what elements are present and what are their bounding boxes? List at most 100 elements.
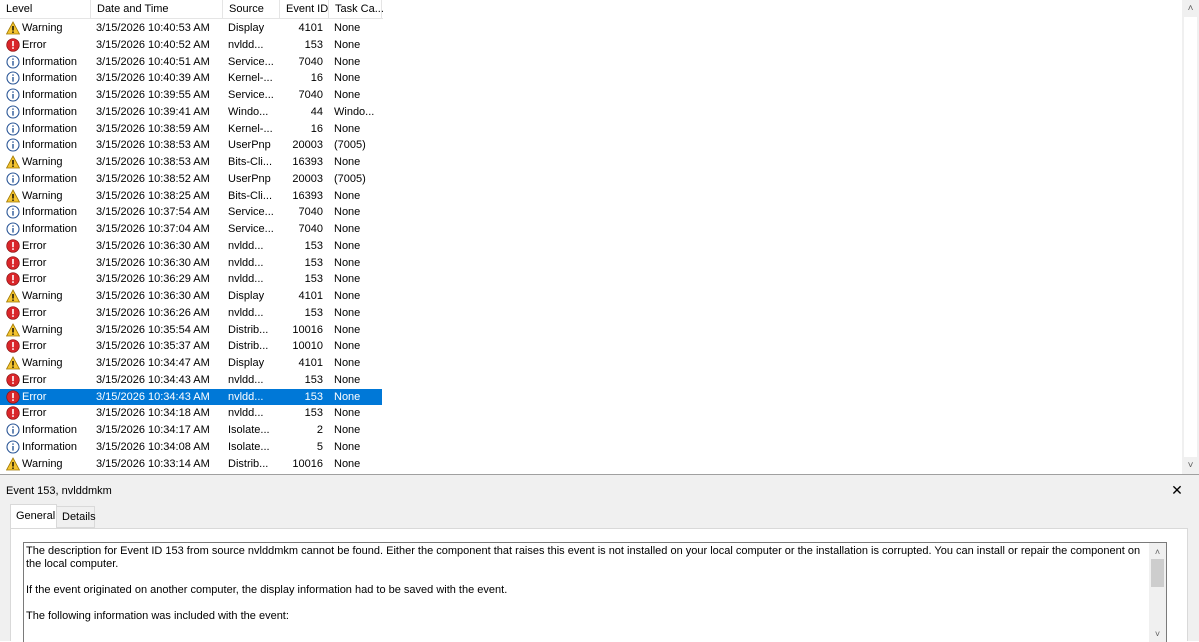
table-row[interactable]: Information 3/15/2026 10:37:04 AM Service.… xyxy=(0,221,382,238)
table-row[interactable]: Information 3/15/2026 10:37:54 AM Service.… xyxy=(0,204,382,221)
table-row[interactable]: Information 3/15/2026 10:38:52 AM UserPnp 2… xyxy=(0,171,382,188)
date-time-cell: 3/15/2026 10:40:39 AM xyxy=(96,72,210,85)
event-id-cell: 20003 xyxy=(292,172,323,185)
table-row[interactable]: Error 3/15/2026 10:34:43 AM nvldd... 153 Non… xyxy=(0,388,382,406)
column-header-task-category[interactable]: Task Ca... xyxy=(329,0,384,19)
task-category-cell: (7005) xyxy=(334,172,366,185)
event-list-scrollbar[interactable]: ˄ ˅ xyxy=(1182,0,1199,474)
table-row[interactable]: Error 3/15/2026 10:40:52 AM nvldd... 153 Non… xyxy=(0,37,382,54)
level-label: Information xyxy=(22,172,78,185)
source-cell: Isolate... xyxy=(228,440,270,453)
table-row[interactable]: Error 3/15/2026 10:34:43 AM nvldd... 153 Non… xyxy=(0,372,382,389)
level-cell: Error xyxy=(6,305,92,322)
table-row[interactable]: Information 3/15/2026 10:38:59 AM Kernel-.… xyxy=(0,121,382,138)
table-row[interactable]: Information 3/15/2026 10:38:53 AM UserPnp 2… xyxy=(0,137,382,154)
event-id-cell: 4101 xyxy=(298,357,323,369)
source-cell: Service... xyxy=(228,206,274,219)
source-cell: Kernel-... xyxy=(228,72,273,85)
level-label: Error xyxy=(22,306,47,319)
task-category-cell: Windo... xyxy=(334,105,375,118)
source-cell: Kernel-... xyxy=(228,122,273,135)
level-cell: Warning xyxy=(6,20,92,37)
table-row[interactable]: Error 3/15/2026 10:34:18 AM nvldd... 153 Non… xyxy=(0,405,382,422)
table-row[interactable]: Warning 3/15/2026 10:38:53 AM Bits-Cli... 1… xyxy=(0,154,382,171)
date-time-cell: 3/15/2026 10:36:30 AM xyxy=(96,256,210,269)
table-row[interactable]: Warning 3/15/2026 10:33:14 AM Distrib... 10… xyxy=(0,456,382,473)
level-cell: Warning xyxy=(6,288,92,305)
scrollbar-thumb[interactable] xyxy=(1151,559,1164,587)
level-label: Information xyxy=(22,105,78,118)
tab-details[interactable]: Details xyxy=(57,506,96,528)
table-row[interactable]: Warning 3/15/2026 10:34:47 AM Display 4101 N… xyxy=(0,355,382,372)
event-id-cell: 10016 xyxy=(292,323,323,336)
table-row[interactable]: Warning 3/15/2026 10:40:53 AM Display 4101 N… xyxy=(0,20,382,37)
table-row[interactable]: Information 3/15/2026 10:40:51 AM Service.… xyxy=(0,54,382,71)
level-label: Error xyxy=(22,273,47,286)
task-category-cell: None xyxy=(334,340,361,353)
source-cell: nvldd... xyxy=(228,273,264,286)
date-time-cell: 3/15/2026 10:35:54 AM xyxy=(96,323,210,336)
scroll-up-arrow-icon[interactable]: ˄ xyxy=(1149,545,1166,559)
table-row[interactable]: Information 3/15/2026 10:34:08 AM Isolate.… xyxy=(0,439,382,456)
scrollbar-thumb[interactable] xyxy=(1184,17,1197,457)
level-label: Warning xyxy=(22,189,63,202)
scroll-down-arrow-icon[interactable]: ˅ xyxy=(1149,627,1166,641)
level-cell: Error xyxy=(6,37,92,54)
table-row[interactable]: Information 3/15/2026 10:39:41 AM Windo...… xyxy=(0,104,382,121)
source-cell: Display xyxy=(228,290,265,302)
table-row[interactable]: Information 3/15/2026 10:40:39 AM Kernel-.… xyxy=(0,70,382,87)
tab-general[interactable]: General xyxy=(10,504,57,528)
level-label: Information xyxy=(22,89,78,101)
source-cell: Service... xyxy=(228,223,274,235)
table-row[interactable]: Warning 3/15/2026 10:38:25 AM Bits-Cli... 1… xyxy=(0,188,382,205)
level-label: Error xyxy=(22,407,47,420)
date-time-cell: 3/15/2026 10:35:37 AM xyxy=(96,340,210,353)
scroll-down-arrow-icon[interactable]: ˅ xyxy=(1182,457,1199,474)
level-label: Error xyxy=(22,38,47,51)
level-cell: Warning xyxy=(6,322,92,339)
task-category-cell: None xyxy=(334,55,361,68)
date-time-cell: 3/15/2026 10:33:14 AM xyxy=(96,457,210,470)
column-header-date-time[interactable]: Date and Time xyxy=(91,0,223,19)
task-category-cell: None xyxy=(334,256,361,269)
level-label: Warning xyxy=(22,22,63,34)
event-id-cell: 7040 xyxy=(298,223,323,235)
close-icon[interactable]: ✕ xyxy=(1169,482,1185,499)
level-label: Warning xyxy=(22,290,63,302)
table-row[interactable]: Error 3/15/2026 10:35:37 AM Distrib... 1001… xyxy=(0,338,382,355)
table-row[interactable]: Error 3/15/2026 10:36:29 AM nvldd... 153 Non… xyxy=(0,271,382,288)
level-cell: Warning xyxy=(6,355,92,372)
task-category-cell: None xyxy=(334,89,361,101)
level-label: Information xyxy=(22,223,78,235)
date-time-cell: 3/15/2026 10:40:51 AM xyxy=(96,55,210,68)
description-scrollbar[interactable]: ˄ ˅ xyxy=(1149,543,1166,642)
table-row[interactable]: Warning 3/15/2026 10:35:54 AM Distrib... 10… xyxy=(0,322,382,339)
date-time-cell: 3/15/2026 10:37:54 AM xyxy=(96,206,210,219)
table-row[interactable]: Information 3/15/2026 10:39:55 AM Service.… xyxy=(0,87,382,104)
level-label: Error xyxy=(22,239,47,252)
task-category-cell: None xyxy=(334,122,361,135)
level-label: Warning xyxy=(22,357,63,369)
event-description-box[interactable]: The description for Event ID 153 from so… xyxy=(23,542,1167,642)
column-header-source[interactable]: Source xyxy=(223,0,280,19)
level-label: Information xyxy=(22,72,78,85)
source-cell: nvldd... xyxy=(228,239,264,252)
source-cell: UserPnp xyxy=(228,172,271,185)
event-id-cell: 153 xyxy=(304,239,323,252)
table-row[interactable]: Error 3/15/2026 10:36:30 AM nvldd... 153 Non… xyxy=(0,238,382,255)
date-time-cell: 3/15/2026 10:34:43 AM xyxy=(96,390,210,403)
table-row[interactable]: Warning 3/15/2026 10:36:30 AM Display 4101 N… xyxy=(0,288,382,305)
source-cell: Distrib... xyxy=(228,323,269,336)
source-cell: Distrib... xyxy=(228,457,269,470)
level-cell: Information xyxy=(6,104,92,121)
event-id-cell: 10016 xyxy=(292,457,323,470)
column-header-level[interactable]: Level xyxy=(0,0,91,19)
table-row[interactable]: Information 3/15/2026 10:34:17 AM Isolate.… xyxy=(0,422,382,439)
date-time-cell: 3/15/2026 10:37:04 AM xyxy=(96,223,210,235)
scroll-up-arrow-icon[interactable]: ˄ xyxy=(1182,0,1199,17)
task-category-cell: None xyxy=(334,72,361,85)
table-row[interactable]: Error 3/15/2026 10:36:30 AM nvldd... 153 Non… xyxy=(0,255,382,272)
level-cell: Information xyxy=(6,422,92,439)
table-row[interactable]: Error 3/15/2026 10:36:26 AM nvldd... 153 Non… xyxy=(0,305,382,322)
column-header-event-id[interactable]: Event ID xyxy=(280,0,329,19)
